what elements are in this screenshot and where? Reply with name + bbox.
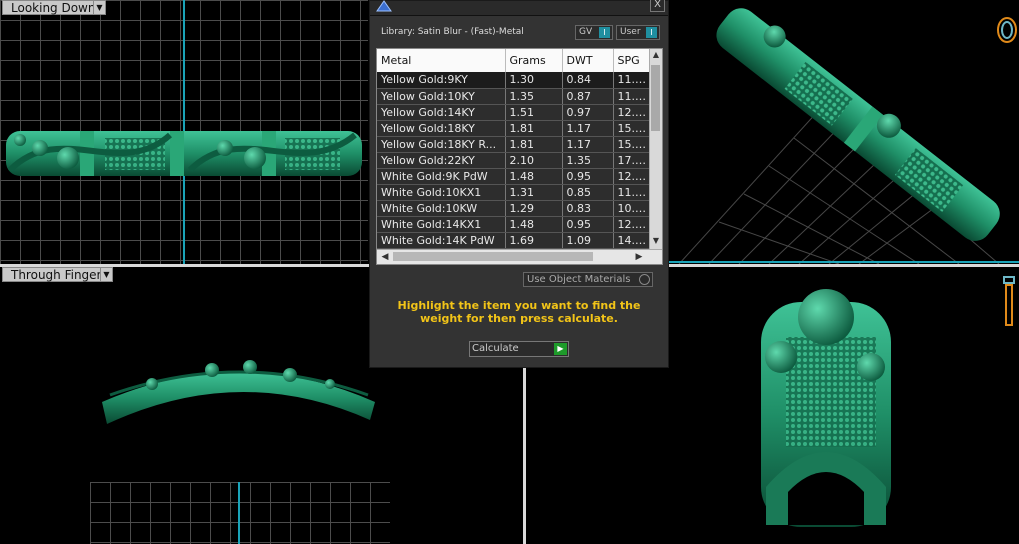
scroll-up-icon[interactable]: ▲ bbox=[650, 49, 662, 61]
spg-cell: 15.43 bbox=[613, 136, 653, 153]
dwt-cell: 0.85 bbox=[562, 184, 614, 201]
grams-cell: 1.51 bbox=[505, 104, 563, 121]
viewport-looking-down[interactable]: Looking Down ▼ bbox=[0, 0, 368, 264]
chevron-down-icon[interactable]: ▼ bbox=[100, 267, 113, 282]
table-row[interactable]: White Gold:10KW 1.29 0.83 10.99 bbox=[377, 200, 653, 217]
dwt-cell: 0.84 bbox=[562, 72, 614, 89]
play-icon: ▶ bbox=[554, 343, 567, 355]
grams-cell: 2.10 bbox=[505, 152, 563, 169]
metal-cell: Yellow Gold:18KY bbox=[377, 120, 506, 137]
table-row[interactable]: Yellow Gold:14KY 1.51 0.97 12.88 bbox=[377, 104, 653, 121]
viewport-label[interactable]: Looking Down bbox=[2, 0, 105, 15]
use-object-materials-toggle[interactable]: Use Object Materials bbox=[523, 272, 653, 287]
grams-cell: 1.81 bbox=[505, 120, 563, 137]
close-button[interactable]: X bbox=[650, 0, 665, 12]
grams-cell: 1.48 bbox=[505, 168, 563, 185]
metal-cell: White Gold:9K PdW bbox=[377, 168, 506, 185]
table-row[interactable]: White Gold:14KX1 1.48 0.95 12.63 bbox=[377, 216, 653, 233]
ring-model-top-view bbox=[6, 131, 362, 176]
calculate-button[interactable]: Calculate ▶ bbox=[469, 341, 569, 357]
library-label: Library: Satin Blur - (Fast)-Metal bbox=[381, 27, 524, 37]
spg-cell: 14.37 bbox=[613, 232, 653, 249]
metal-weight-icon bbox=[376, 0, 392, 12]
spg-cell: 12.55 bbox=[613, 168, 653, 185]
radio-icon bbox=[639, 274, 650, 285]
instruction-text: Highlight the item you want to find the … bbox=[397, 299, 641, 325]
spg-cell: 11.43 bbox=[613, 88, 653, 105]
dwt-cell: 0.95 bbox=[562, 216, 614, 233]
table-row[interactable]: Yellow Gold:18KY R... 1.81 1.17 15.43 bbox=[377, 136, 653, 153]
metal-cell: White Gold:10KW bbox=[377, 200, 506, 217]
toggle-knob: I bbox=[646, 27, 657, 38]
table-row[interactable]: Yellow Gold:18KY 1.81 1.17 15.43 bbox=[377, 120, 653, 137]
gv-toggle-label: GV bbox=[579, 27, 593, 37]
scroll-thumb[interactable] bbox=[393, 252, 593, 261]
ring-side-icon[interactable] bbox=[1000, 275, 1018, 329]
grams-cell: 1.69 bbox=[505, 232, 563, 249]
viewport-label[interactable]: Through Finger bbox=[2, 267, 111, 282]
toggle-knob: I bbox=[599, 27, 610, 38]
grams-cell: 1.30 bbox=[505, 72, 563, 89]
gv-toggle[interactable]: GV I bbox=[575, 25, 613, 40]
table-vertical-scrollbar[interactable]: ▲ ▼ bbox=[649, 49, 662, 252]
dwt-cell: 0.83 bbox=[562, 200, 614, 217]
spg-cell: 17.89 bbox=[613, 152, 653, 169]
dwt-cell: 0.97 bbox=[562, 104, 614, 121]
table-row[interactable]: Yellow Gold:9KY 1.30 0.84 11.08 bbox=[377, 72, 653, 89]
scroll-left-icon[interactable]: ◀ bbox=[379, 250, 391, 264]
dwt-cell: 0.87 bbox=[562, 88, 614, 105]
grams-cell: 1.29 bbox=[505, 200, 563, 217]
dwt-cell: 1.17 bbox=[562, 120, 614, 137]
calculate-label: Calculate bbox=[472, 343, 519, 354]
metal-cell: White Gold:10KX1 bbox=[377, 184, 506, 201]
grams-cell: 1.81 bbox=[505, 136, 563, 153]
scroll-right-icon[interactable]: ▶ bbox=[633, 250, 645, 264]
column-header-spg[interactable]: SPG bbox=[613, 49, 653, 72]
metal-cell: White Gold:14K PdW bbox=[377, 232, 506, 249]
dwt-cell: 1.09 bbox=[562, 232, 614, 249]
grams-cell: 1.35 bbox=[505, 88, 563, 105]
metal-weight-table[interactable]: Metal Grams DWT SPG Yellow Gold:9KY 1.30 0… bbox=[376, 48, 663, 265]
metal-weight-dialog: X Library: Satin Blur - (Fast)-Metal GV … bbox=[369, 0, 669, 368]
ring-rotate-icon[interactable] bbox=[995, 12, 1019, 48]
spg-cell: 12.88 bbox=[613, 104, 653, 121]
grams-cell: 1.31 bbox=[505, 184, 563, 201]
dwt-cell: 0.95 bbox=[562, 168, 614, 185]
metal-cell: White Gold:14KX1 bbox=[377, 216, 506, 233]
viewport-perspective[interactable] bbox=[669, 0, 1019, 264]
metal-cell: Yellow Gold:10KY bbox=[377, 88, 506, 105]
column-header-metal[interactable]: Metal bbox=[377, 49, 506, 72]
grams-cell: 1.48 bbox=[505, 216, 563, 233]
table-row[interactable]: White Gold:14K PdW 1.69 1.09 14.37 bbox=[377, 232, 653, 249]
metal-cell: Yellow Gold:22KY bbox=[377, 152, 506, 169]
scroll-thumb[interactable] bbox=[651, 65, 660, 131]
column-header-grams[interactable]: Grams bbox=[505, 49, 563, 72]
use-object-materials-label: Use Object Materials bbox=[527, 274, 631, 285]
spg-cell: 10.99 bbox=[613, 200, 653, 217]
metal-cell: Yellow Gold:9KY bbox=[377, 72, 506, 89]
metal-cell: Yellow Gold:14KY bbox=[377, 104, 506, 121]
dwt-cell: 1.35 bbox=[562, 152, 614, 169]
column-header-dwt[interactable]: DWT bbox=[562, 49, 614, 72]
table-row[interactable]: Yellow Gold:10KY 1.35 0.87 11.43 bbox=[377, 88, 653, 105]
scroll-down-icon[interactable]: ▼ bbox=[650, 235, 662, 247]
dwt-cell: 1.17 bbox=[562, 136, 614, 153]
table-row[interactable]: White Gold:9K PdW 1.48 0.95 12.55 bbox=[377, 168, 653, 185]
spg-cell: 11.08 bbox=[613, 72, 653, 89]
dialog-titlebar[interactable]: X bbox=[370, 0, 668, 16]
user-toggle-label: User bbox=[620, 27, 641, 37]
spg-cell: 15.43 bbox=[613, 120, 653, 137]
table-row[interactable]: White Gold:10KX1 1.31 0.85 11.18 bbox=[377, 184, 653, 201]
spg-cell: 12.63 bbox=[613, 216, 653, 233]
chevron-down-icon[interactable]: ▼ bbox=[93, 0, 106, 15]
ring-model-perspective bbox=[716, 8, 1000, 241]
table-row[interactable]: Yellow Gold:22KY 2.10 1.35 17.89 bbox=[377, 152, 653, 169]
table-horizontal-scrollbar[interactable]: ◀ ▶ bbox=[377, 249, 662, 264]
user-toggle[interactable]: User I bbox=[616, 25, 660, 40]
spg-cell: 11.18 bbox=[613, 184, 653, 201]
metal-cell: Yellow Gold:18KY R... bbox=[377, 136, 506, 153]
